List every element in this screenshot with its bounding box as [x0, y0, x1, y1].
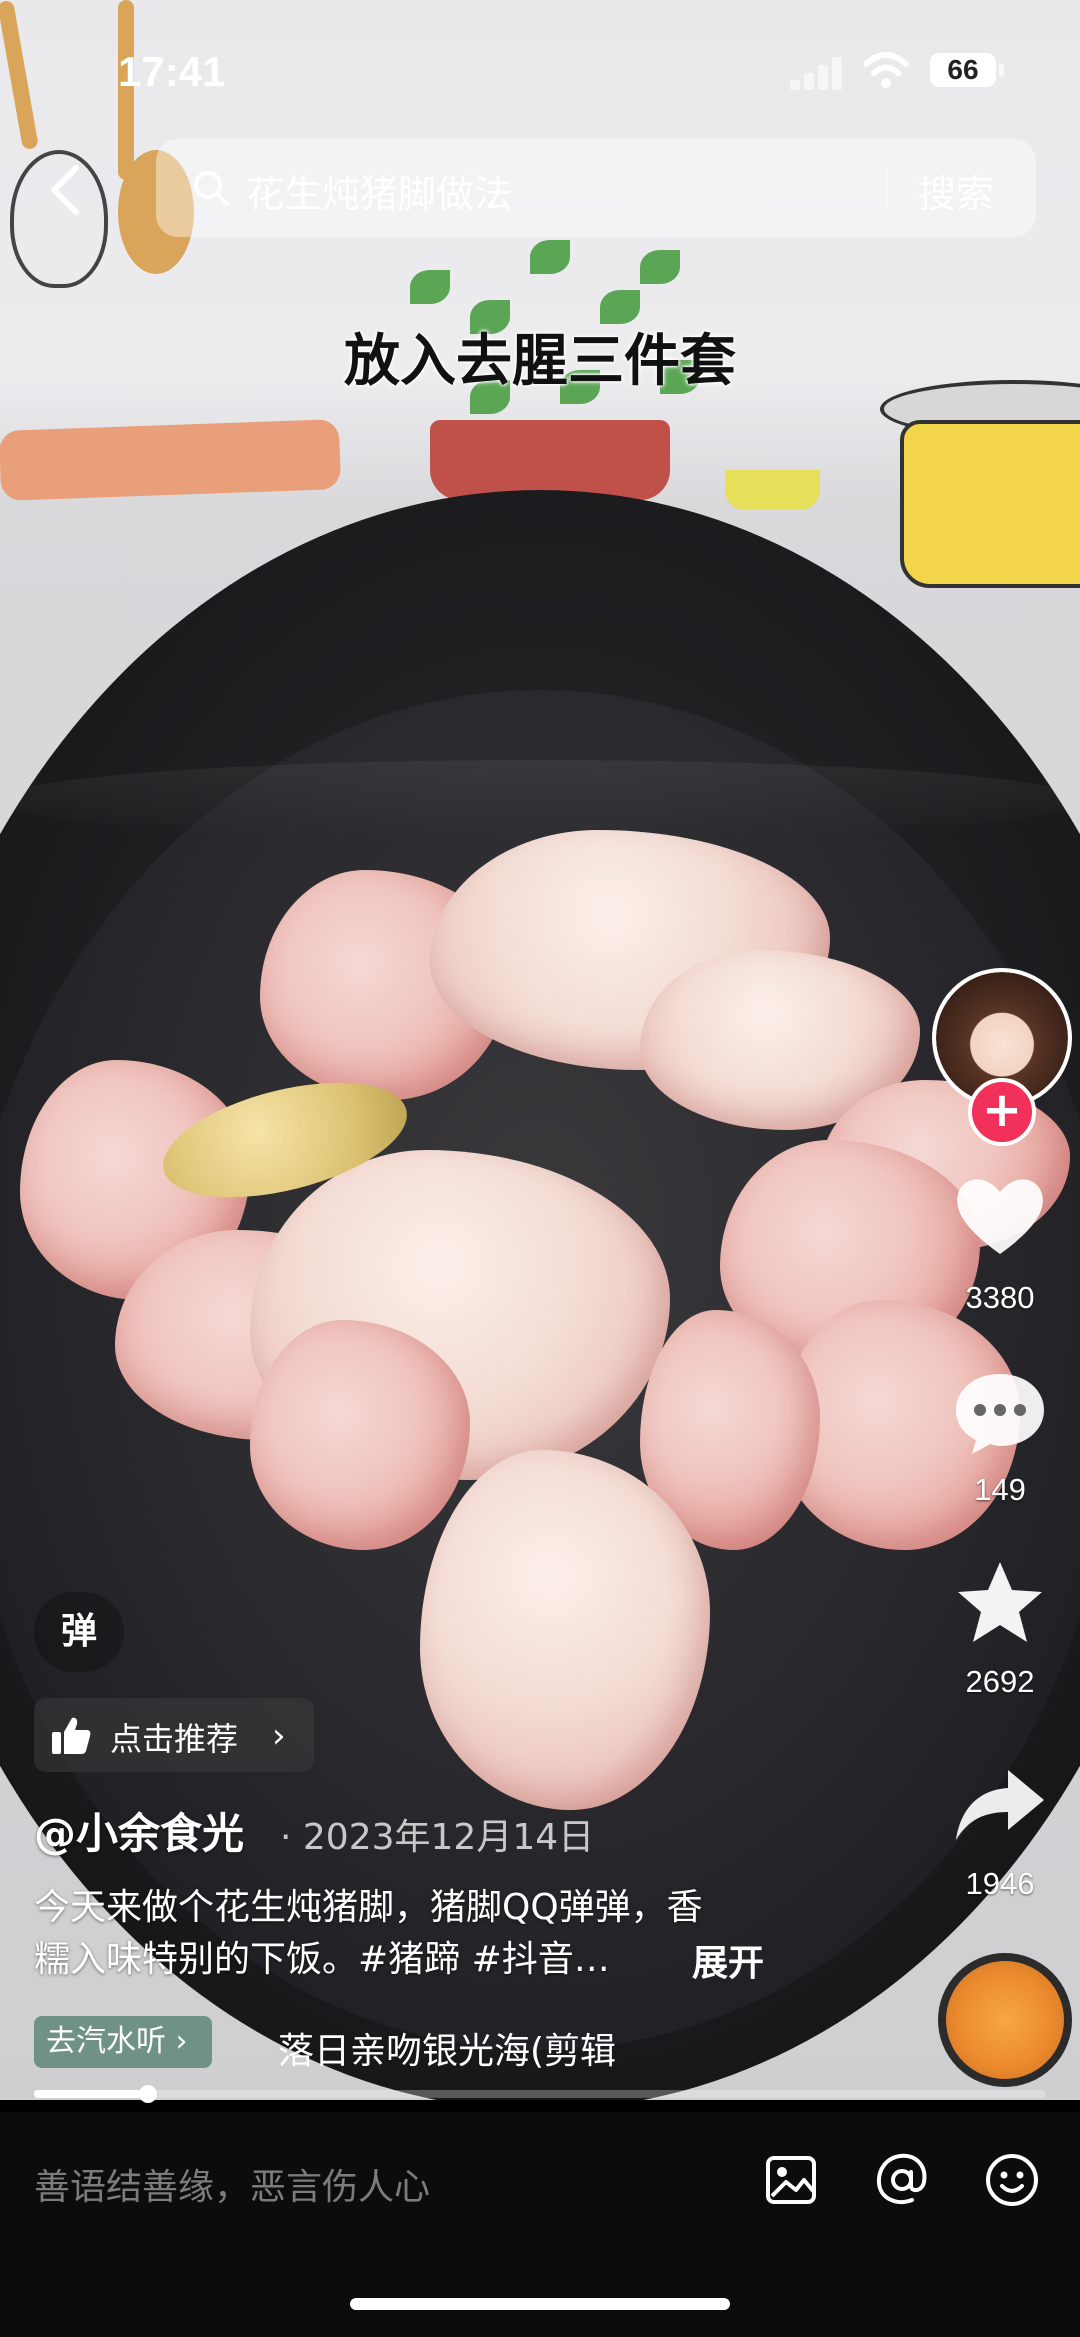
danmu-toggle[interactable]: 弹	[34, 1592, 124, 1672]
back-icon[interactable]	[40, 160, 92, 220]
recommend-label: 点击推荐	[110, 1720, 239, 1758]
comment-icon[interactable]	[950, 1368, 1050, 1458]
post-date: · 2023年12月14日	[280, 1817, 595, 1858]
comment-input[interactable]: 善语结善缘，恶言伤人心	[34, 2158, 430, 2210]
emoji-icon[interactable]	[982, 2150, 1042, 2210]
video-caption: 放入去腥三件套	[344, 329, 736, 394]
search-query[interactable]: 花生炖猪脚做法	[246, 163, 512, 218]
like-count: 3380	[965, 1280, 1035, 1315]
search-bar[interactable]: 花生炖猪脚做法 搜索	[156, 139, 1036, 237]
battery-icon: 66	[930, 53, 996, 87]
description-line: 今天来做个花生炖猪脚，猪脚QQ弹弹，香	[34, 1887, 703, 1928]
decor-board	[0, 419, 342, 501]
video-description[interactable]: 今天来做个花生炖猪脚，猪脚QQ弹弹，香 糯入味特别的下饭。#猪蹄 #抖音…	[34, 1882, 794, 1986]
decor-cup	[725, 470, 820, 510]
search-button[interactable]: 搜索	[918, 163, 994, 218]
star-icon[interactable]	[950, 1558, 1050, 1648]
video-frame[interactable]	[0, 0, 1080, 2100]
search-icon	[194, 171, 229, 206]
expand-button[interactable]: 展开	[692, 1934, 764, 1986]
author-name[interactable]: @小余食光	[34, 1800, 244, 1861]
recommend-button[interactable]: 点击推荐 ›	[34, 1698, 314, 1772]
progress-fill	[34, 2090, 148, 2098]
search-divider	[886, 167, 888, 209]
thumb-up-icon	[52, 1717, 91, 1754]
progress-knob[interactable]	[139, 2085, 157, 2103]
battery-tip	[999, 63, 1004, 77]
video-progress[interactable]	[34, 2085, 1046, 2103]
oil-shine	[0, 760, 1080, 840]
status-bar: 17:41 66	[0, 0, 1080, 140]
decor-leaf	[640, 250, 680, 284]
signal-icon	[790, 56, 846, 90]
decor-pot	[900, 420, 1080, 588]
share-count: 1946	[965, 1866, 1035, 1901]
favorite-count: 2692	[965, 1664, 1035, 1699]
heart-icon[interactable]	[950, 1170, 1050, 1260]
description-line: 糯入味特别的下饭。#猪蹄 #抖音…	[34, 1939, 610, 1980]
share-icon[interactable]	[950, 1760, 1050, 1850]
decor-leaf	[530, 240, 570, 274]
decor-plant-pot	[430, 420, 670, 500]
music-disc[interactable]	[938, 1953, 1072, 2087]
follow-button[interactable]: +	[968, 1078, 1036, 1146]
status-time: 17:41	[118, 48, 226, 95]
music-app-tag[interactable]: 去汽水听 ›	[34, 2016, 212, 2068]
wifi-icon	[863, 52, 909, 88]
image-icon[interactable]	[762, 2150, 822, 2210]
music-title[interactable]: 落日亲吻银光海(剪辑	[278, 2022, 698, 2074]
home-indicator[interactable]	[350, 2298, 730, 2310]
at-icon[interactable]	[872, 2150, 932, 2210]
decor-leaf	[410, 270, 450, 304]
comment-count: 149	[974, 1472, 1026, 1507]
chevron-right-icon: ›	[272, 1716, 286, 1756]
